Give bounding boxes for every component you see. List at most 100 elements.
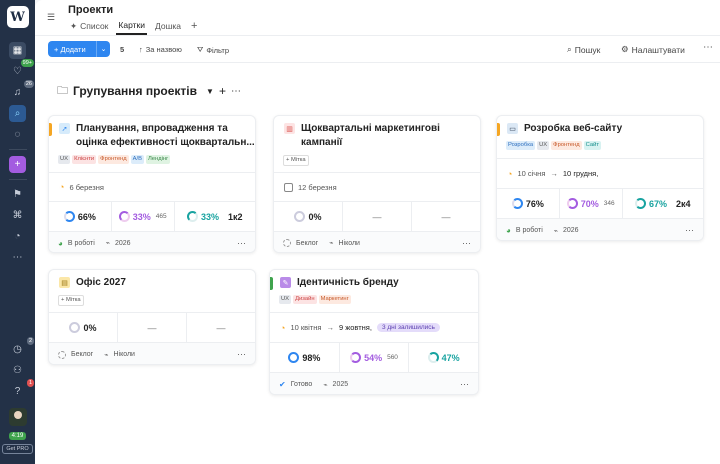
more-icon[interactable]: ⋯ <box>462 238 471 249</box>
footer-row: ◕ В роботі ⌁ 2026 ⋯ <box>49 231 255 252</box>
year-label[interactable]: 2026 <box>115 240 131 247</box>
due-date: 6 березня <box>69 182 104 192</box>
more-icon[interactable]: ⋯ <box>460 379 469 390</box>
tab-board[interactable]: Дошка <box>153 17 183 35</box>
stats-row: 66% 33% 465 33% 1к2 <box>49 201 255 231</box>
year-label[interactable]: 2025 <box>333 381 349 388</box>
avatar[interactable] <box>8 408 27 426</box>
date-row[interactable]: ◔ 6 березня <box>49 172 255 201</box>
more-icon[interactable]: ⋯ <box>237 238 246 249</box>
progress-ring-icon <box>69 322 81 333</box>
clock-icon[interactable]: ◷ 2 <box>9 337 34 358</box>
status-label[interactable]: Беклог <box>296 240 318 247</box>
add-tab-button[interactable]: + <box>189 17 199 35</box>
get-pro-button[interactable]: Get PRO <box>2 444 33 454</box>
more-icon[interactable]: ⋯ <box>9 249 26 266</box>
tag: Лендінг <box>145 155 171 164</box>
end-date: 10 грудня, <box>562 169 599 178</box>
tag: A/B <box>130 155 144 164</box>
footer-row: Беклог ⌁ Ніколи ⋯ <box>274 231 480 252</box>
help-icon[interactable]: ? 1 <box>9 379 34 400</box>
project-card[interactable]: ▤ Офіс 2027 + Мітка 0% — — Беклог ⌁ Ніко… <box>48 269 256 365</box>
progress-stat[interactable]: 66% <box>49 202 111 231</box>
tag: Клієнти <box>72 155 97 164</box>
more-icon[interactable]: ⋯ <box>703 42 713 53</box>
status-label[interactable]: В роботі <box>68 240 95 247</box>
tag: Фронтенд <box>98 155 129 164</box>
chat-icon[interactable]: ◌ <box>9 126 26 143</box>
progress-stat[interactable]: 0% <box>49 313 117 342</box>
signpost-icon[interactable]: ⚑ <box>9 186 26 203</box>
tasks-stat[interactable]: — <box>342 202 411 231</box>
tasks-stat[interactable]: 54% 560 <box>338 343 409 372</box>
plus-icon[interactable]: + <box>9 156 26 173</box>
timer-badge[interactable]: 4:19 <box>8 432 27 440</box>
progress-stat[interactable]: 0% <box>274 202 342 231</box>
progress-stat[interactable]: 76% <box>497 189 559 218</box>
project-card[interactable]: ▭ Розробка веб-сайту Розробка UX Фронтен… <box>496 115 704 241</box>
settings-button[interactable]: ⚙ Налаштувати <box>621 44 685 55</box>
year-label[interactable]: 2026 <box>563 227 579 234</box>
status-label[interactable]: Готово <box>291 381 313 388</box>
progress-stat[interactable]: 98% <box>270 343 339 372</box>
budget-stat[interactable]: 33% 1к2 <box>173 202 255 231</box>
tag: Дизайн <box>293 295 317 304</box>
budget-stat[interactable]: — <box>186 313 255 342</box>
grid-icon[interactable]: ▦ <box>9 42 26 59</box>
date-row[interactable]: ◔ 10 квітня → 9 жовтня, 3 дні залишились <box>270 312 478 342</box>
status-icon: ◕ <box>58 238 63 248</box>
main-area: ☰ Проекти ✦ Список Картки Дошка + + Додат… <box>35 0 720 464</box>
year-label[interactable]: Ніколи <box>113 351 135 358</box>
tasks-stat[interactable]: — <box>117 313 186 342</box>
menu-icon[interactable]: ☰ <box>47 12 55 22</box>
notifications-icon[interactable]: ♡ 99+ <box>9 59 34 80</box>
date-row[interactable]: ◔ 10 січня → 10 грудня, <box>497 158 703 188</box>
card-tags: + Мітка <box>58 295 84 306</box>
caret-down-icon[interactable]: ▼ <box>206 87 214 96</box>
more-icon[interactable]: ⋯ <box>685 225 694 236</box>
tab-list[interactable]: ✦ Список <box>68 17 110 35</box>
project-card[interactable]: ▥ Щоквартальні маркетингові кампанії + М… <box>273 115 481 253</box>
tab-cards[interactable]: Картки <box>116 17 147 35</box>
card-title: Розробка веб-сайту <box>524 123 623 134</box>
sitemap-icon[interactable]: ⌘ <box>9 207 26 224</box>
tasks-stat[interactable]: 33% 465 <box>110 202 174 231</box>
pulse-icon: ⌁ <box>104 351 109 359</box>
start-date: 10 квітня <box>290 323 322 332</box>
status-label[interactable]: Беклог <box>71 351 93 358</box>
card-tags: Розробка UX Фронтенд Сайт <box>506 141 601 150</box>
add-button[interactable]: + Додати ⌄ <box>48 41 110 57</box>
app-logo[interactable]: W <box>6 6 29 28</box>
user-add-icon[interactable]: ⚇ <box>9 362 26 379</box>
budget-stat[interactable]: — <box>411 202 480 231</box>
date-row[interactable]: 12 березня <box>274 172 480 201</box>
add-icon[interactable]: + <box>219 84 226 98</box>
year-label[interactable]: Ніколи <box>338 240 360 247</box>
clock-icon: ◔ <box>507 168 513 179</box>
status-label[interactable]: В роботі <box>516 227 543 234</box>
search-button[interactable]: ⌕ Пошук <box>567 44 600 55</box>
project-card[interactable]: ➚ Планування, впровадження та оцінка ефе… <box>48 115 256 253</box>
arrow-right-icon: → <box>550 169 558 178</box>
card-tags: UX Клієнти Фронтенд A/B Лендінг <box>58 155 171 164</box>
filter-icon: ⛛ <box>197 45 204 54</box>
rocket-icon: ➚ <box>59 123 70 134</box>
tasks-stat[interactable]: 70% 346 <box>558 189 622 218</box>
filter-button[interactable]: ⛛ Фільтр <box>197 45 229 55</box>
chevron-down-icon[interactable]: ⌄ <box>96 41 110 57</box>
more-icon[interactable]: ⋯ <box>231 86 241 97</box>
bell-icon[interactable]: ♫ 26 <box>9 80 34 101</box>
search-icon[interactable]: ⌕ <box>9 105 26 122</box>
project-card[interactable]: ✎ Ідентичність бренду UX Дизайн Маркетин… <box>269 269 479 395</box>
label-tag[interactable]: + Мітка <box>58 295 84 306</box>
more-icon[interactable]: ⋯ <box>237 349 246 360</box>
end-date: 9 жовтня, <box>338 323 372 332</box>
toolbar: + Додати ⌄ 5 ↑ За назвою ⛛ Фільтр ⌕ Пошук ⚙… <box>35 35 720 63</box>
sort-button[interactable]: ↑ За назвою <box>139 45 182 54</box>
budget-stat[interactable]: 67% 2к4 <box>621 189 703 218</box>
budget-ring-icon <box>635 198 647 209</box>
pie-icon[interactable]: ◔ <box>9 228 26 245</box>
budget-stat[interactable]: 47% <box>408 343 478 372</box>
label-tag[interactable]: + Мітка <box>283 155 309 166</box>
tasks-ring-icon <box>350 352 362 363</box>
